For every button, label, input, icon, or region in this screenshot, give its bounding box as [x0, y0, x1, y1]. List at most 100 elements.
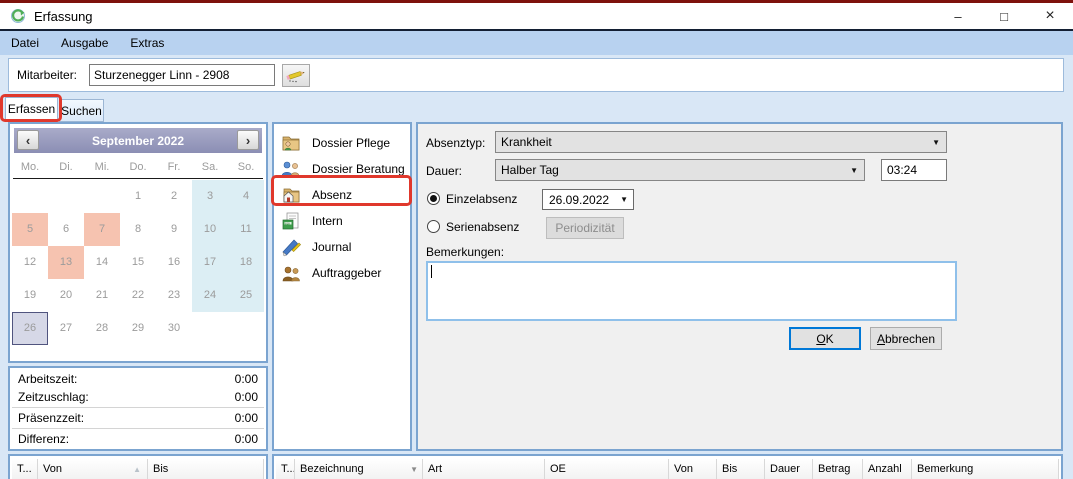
folder-person-icon	[282, 136, 300, 150]
column-header-t[interactable]: T...	[276, 459, 295, 479]
app-icon	[11, 9, 25, 23]
absence-date-dropdown[interactable]: 26.09.2022 ▼	[542, 189, 634, 210]
minimize-button[interactable]: –	[935, 3, 981, 29]
column-header-bis[interactable]: Bis	[717, 459, 765, 479]
dauer-label: Dauer:	[426, 164, 463, 178]
time-entries-table: T... Von ▲ Bis	[8, 454, 268, 479]
people-client-icon	[282, 266, 300, 281]
column-header-art[interactable]: Art	[423, 459, 545, 479]
calendar-header: ‹ September 2022 ›	[14, 128, 262, 153]
sidebar-item-absenz[interactable]: Absenz	[277, 182, 407, 207]
calendar-day[interactable]: 29	[120, 312, 156, 345]
column-header-bemerkung[interactable]: Bemerkung	[912, 459, 1059, 479]
periodizitaet-button[interactable]: Periodizität	[546, 217, 624, 239]
menu-ausgabe[interactable]: Ausgabe	[50, 31, 119, 55]
bemerkungen-textarea[interactable]	[426, 261, 957, 321]
calendar-day-weekend[interactable]: 18	[228, 246, 264, 279]
calendar-day[interactable]	[192, 312, 228, 345]
calendar-day[interactable]: 19	[12, 279, 48, 312]
calendar-day-weekend[interactable]: 25	[228, 279, 264, 312]
column-header-betrag[interactable]: Betrag	[813, 459, 863, 479]
calendar-day-weekend[interactable]: 24	[192, 279, 228, 312]
column-header-t[interactable]: T...	[12, 459, 38, 479]
sidebar-item-auftraggeber[interactable]: Auftraggeber	[277, 260, 407, 285]
close-button[interactable]: ×	[1027, 3, 1073, 29]
filter-dropdown-icon[interactable]: ▼	[410, 465, 418, 474]
calendar-day-weekend[interactable]: 3	[192, 180, 228, 213]
day-header-di: Di.	[59, 161, 73, 173]
calendar-day-selected[interactable]: 26	[12, 312, 48, 345]
dauer-dropdown[interactable]: Halber Tag ▼	[495, 159, 865, 181]
column-header-von[interactable]: Von ▲	[38, 459, 148, 479]
calendar-day-weekend[interactable]: 4	[228, 180, 264, 213]
calendar-next-button[interactable]: ›	[237, 130, 259, 150]
serienabsenz-radio[interactable]	[427, 220, 440, 233]
calendar-day[interactable]: 20	[48, 279, 84, 312]
bemerkungen-label: Bemerkungen:	[426, 245, 505, 259]
sidebar-item-dossier-pflege[interactable]: Dossier Pflege	[277, 130, 407, 155]
sidebar-item-journal[interactable]: Journal	[277, 234, 407, 259]
column-header-oe[interactable]: OE	[545, 459, 669, 479]
day-header-sa: Sa.	[201, 161, 219, 173]
menu-datei[interactable]: Datei	[0, 31, 50, 55]
column-header-anzahl[interactable]: Anzahl	[863, 459, 912, 479]
calendar-prev-button[interactable]: ‹	[17, 130, 39, 150]
column-header-bis[interactable]: Bis	[148, 459, 264, 479]
calendar-day[interactable]: 6	[48, 213, 84, 246]
people-consult-icon	[281, 161, 300, 176]
spreadsheet-icon: 010	[282, 212, 299, 229]
tab-erfassen[interactable]: Erfassen	[5, 97, 58, 122]
calendar-day-weekend[interactable]: 10	[192, 213, 228, 246]
menu-extras[interactable]: Extras	[119, 31, 175, 55]
calendar-day-weekend[interactable]: 17	[192, 246, 228, 279]
calendar-day[interactable]: 23	[156, 279, 192, 312]
maximize-button[interactable]: □	[981, 3, 1027, 29]
summary-label: Präsenzzeit:	[18, 411, 85, 425]
calendar-day[interactable]: 16	[156, 246, 192, 279]
calendar-day[interactable]: 9	[156, 213, 192, 246]
abbrechen-button[interactable]: Abbrechen	[870, 327, 942, 350]
calendar-day[interactable]: 30	[156, 312, 192, 345]
svg-text:010: 010	[285, 221, 290, 225]
employee-input[interactable]	[89, 64, 275, 86]
calendar-day[interactable]	[12, 180, 48, 213]
calendar-day-weekend[interactable]: 11	[228, 213, 264, 246]
calendar-day[interactable]	[84, 180, 120, 213]
absence-entries-table: T... Bezeichnung ▼ Art OE Von Bis Dauer B…	[272, 454, 1063, 479]
absenztyp-dropdown[interactable]: Krankheit ▼	[495, 131, 947, 153]
column-header-dauer[interactable]: Dauer	[765, 459, 813, 479]
calendar-day[interactable]: 8	[120, 213, 156, 246]
calendar-day[interactable]: 15	[120, 246, 156, 279]
folder-home-icon	[283, 188, 300, 202]
calendar-day-absence[interactable]: 13	[48, 246, 84, 279]
einzelabsenz-radio[interactable]	[427, 192, 440, 205]
summary-label: Differenz:	[18, 432, 70, 446]
calendar-day-absence[interactable]: 5	[12, 213, 48, 246]
time-summary-panel: Arbeitszeit: 0:00 Zeitzuschlag: 0:00 Präse…	[8, 366, 268, 451]
sidebar-item-intern[interactable]: 010 Intern	[277, 208, 407, 233]
absence-form-panel: Absenztyp: Krankheit ▼ Dauer: Halber Tag…	[416, 122, 1063, 451]
column-header-bezeichnung[interactable]: Bezeichnung ▼	[295, 459, 423, 479]
duration-time-input[interactable]	[881, 159, 947, 181]
calendar-day[interactable]: 14	[84, 246, 120, 279]
calendar-day[interactable]: 1	[120, 180, 156, 213]
calendar-day[interactable]: 2	[156, 180, 192, 213]
calendar-day[interactable]: 27	[48, 312, 84, 345]
sort-ascending-icon: ▲	[133, 464, 141, 474]
ok-button[interactable]: OK	[789, 327, 861, 350]
sidebar-item-dossier-beratung[interactable]: Dossier Beratung	[277, 156, 407, 181]
column-header-von[interactable]: Von	[669, 459, 717, 479]
calendar-day[interactable]: 22	[120, 279, 156, 312]
calendar-day[interactable]	[228, 312, 264, 345]
calendar-day[interactable]: 21	[84, 279, 120, 312]
calendar-day-absence[interactable]: 7	[84, 213, 120, 246]
edit-employee-button[interactable]	[282, 64, 310, 87]
tab-suchen[interactable]: Suchen	[59, 99, 104, 122]
summary-value: 0:00	[234, 390, 258, 404]
calendar-day[interactable]: 12	[12, 246, 48, 279]
calendar-day[interactable]	[48, 180, 84, 213]
summary-value: 0:00	[234, 372, 258, 386]
window-title: Erfassung	[34, 8, 93, 24]
calendar-day[interactable]: 28	[84, 312, 120, 345]
calendar-grid: 1 2 3 4 5 6 7 8 9 10 11 12 13 14 15 16 1…	[12, 180, 264, 345]
